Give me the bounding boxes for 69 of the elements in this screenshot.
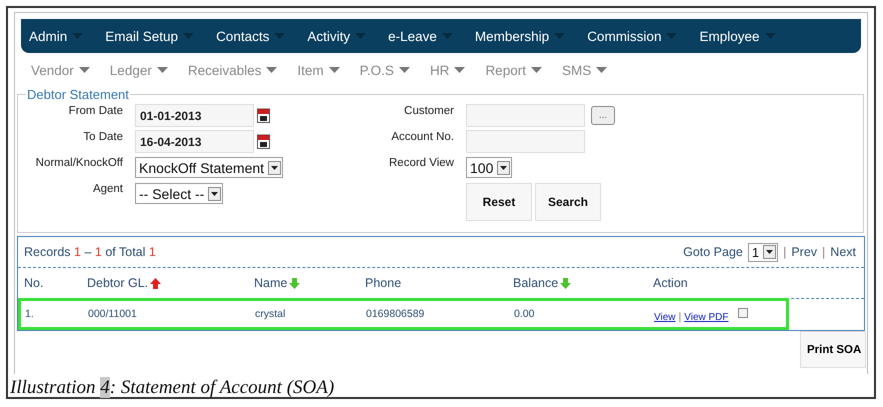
column-header[interactable]: Debtor GL. [87,276,148,290]
caret-icon [442,33,453,39]
caret-icon [666,33,678,39]
search-button[interactable]: Search [535,183,601,221]
table-cell: 0.00 [514,308,534,320]
panel-title: Debtor Statement [26,87,130,102]
date-field[interactable]: 16-04-2013 [135,130,254,153]
table-cell: 000/11001 [88,308,137,320]
calendar-icon[interactable] [257,134,270,149]
caret-icon [266,67,278,73]
column-header[interactable]: Phone [365,276,402,290]
field-label: Agent [92,182,123,195]
statement-type-dropdown[interactable]: KnockOff Statement [135,157,284,178]
menu-item[interactable]: Admin [29,28,68,44]
menu-item[interactable]: Employee [699,28,760,44]
caret-icon [530,67,542,73]
table-cell: crystal [255,308,286,320]
row-checkbox[interactable] [738,308,748,318]
agent-dropdown[interactable]: -- Select -- [135,183,224,204]
field-label: To Date [82,130,123,143]
separator: | [822,245,826,259]
caret-icon [78,67,90,73]
view-link[interactable]: View [654,312,676,322]
prev-link[interactable]: Prev [791,245,818,259]
table-cell: 1. [25,308,34,320]
menu-item[interactable]: Commission [587,28,662,44]
caret-icon [454,67,466,73]
caret-icon [72,33,84,39]
customer-field[interactable] [466,104,585,127]
field-label: Normal/KnockOff [34,156,123,169]
caret-icon [156,67,168,73]
date-field[interactable]: 01-01-2013 [135,104,254,127]
menu-item[interactable]: Activity [307,28,350,44]
records-summary: Records 1 – 1 of Total 1 [24,245,156,259]
caret-icon [764,33,776,39]
separator: | [678,311,682,323]
column-header[interactable]: Action [653,276,688,290]
caret-icon [554,33,566,39]
caret-icon [596,67,608,73]
sort-up-icon[interactable] [150,278,162,288]
caret-icon [328,67,340,73]
reset-button[interactable]: Reset [466,183,532,221]
figure-caption: Illustration 4: Statement of Account (SOA) [9,377,336,399]
caret-icon [274,33,286,39]
caret-icon [355,33,366,39]
column-header[interactable]: Name [254,276,288,290]
column-header[interactable]: No. [24,276,44,290]
view-pdf-link[interactable]: View PDF [684,312,729,322]
field-label: From Date [68,104,123,117]
field-label: Customer [403,104,454,117]
menu-item[interactable]: e-Leave [388,28,437,44]
caret-icon [183,33,194,39]
menu-item[interactable]: Email Setup [105,28,178,44]
field-label: Account No. [390,130,454,143]
next-link[interactable]: Next [830,245,856,259]
record-view-dropdown[interactable]: 100 [466,157,512,178]
column-header[interactable]: Balance [513,276,558,290]
calendar-icon[interactable] [257,108,270,123]
separator: | [783,245,786,259]
menu-item[interactable]: Membership [474,28,550,44]
page-dropdown[interactable]: 1 [748,242,778,262]
menu-item[interactable]: Contacts [216,28,270,44]
print-soa-button[interactable]: Print SOA [800,331,866,368]
account-number-field[interactable] [466,130,585,153]
field-label: Record View [388,156,454,169]
goto-page-label: Goto Page [683,245,743,259]
caret-icon [398,67,410,73]
browse-button[interactable]: ... [591,106,615,125]
table-cell: 0169806589 [366,308,424,320]
